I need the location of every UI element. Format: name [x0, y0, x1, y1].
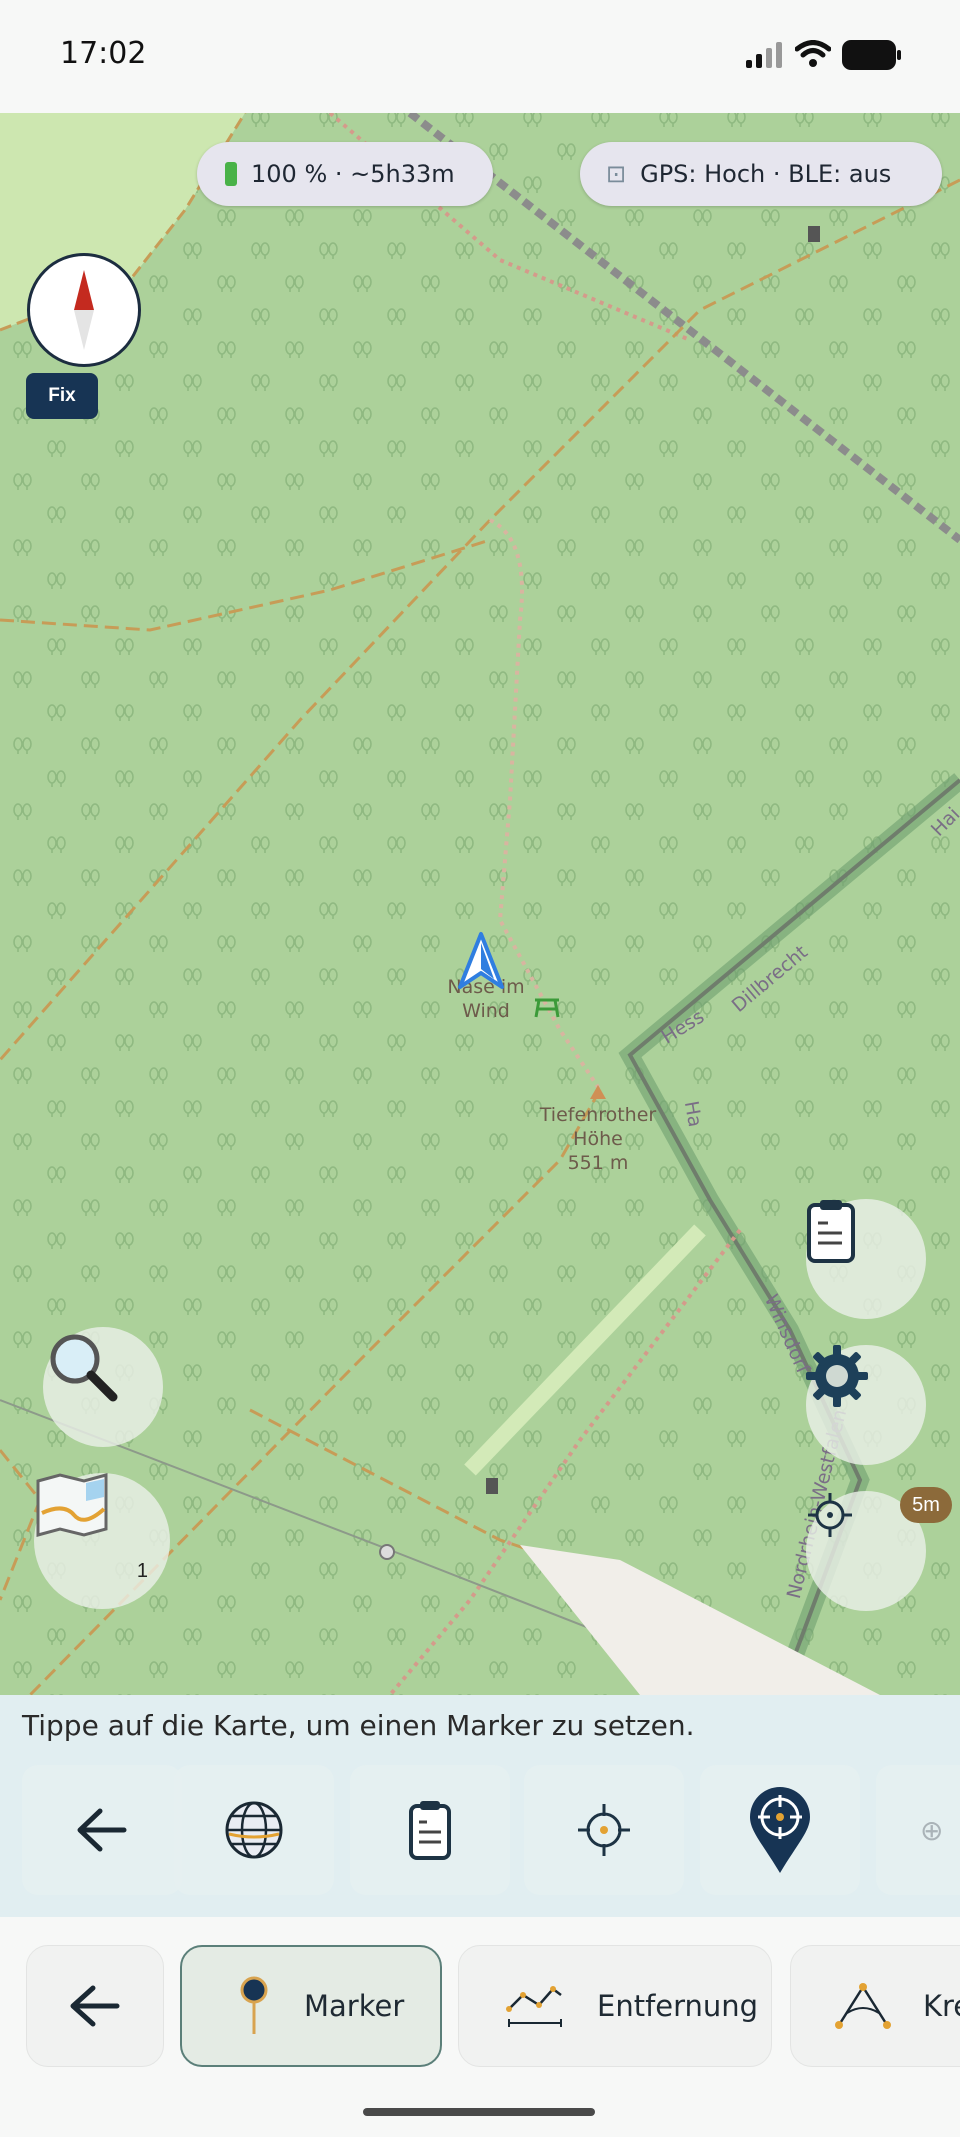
- battery-level-icon: [225, 162, 237, 186]
- fix-badge: Fix: [26, 373, 98, 419]
- wifi-icon: [795, 40, 831, 67]
- pin-icon: [240, 1976, 268, 2034]
- notes-button[interactable]: [806, 1199, 926, 1319]
- nav-circle-tab[interactable]: Kre: [790, 1945, 960, 2067]
- peak-elevation: 551 m: [567, 1152, 629, 1174]
- peak-label: Tiefenrother Höhe 551 m: [518, 1103, 678, 1175]
- nav-marker-tab[interactable]: Marker: [180, 1945, 442, 2067]
- clipboard-icon: [409, 1801, 451, 1860]
- road-label-ha: Ha: [679, 1099, 707, 1129]
- marker-hint: Tippe auf die Karte, um einen Marker zu …: [22, 1709, 695, 1742]
- crosshair-icon: [808, 1493, 852, 1537]
- panel-marker-button[interactable]: [700, 1765, 860, 1895]
- panel-globe-button[interactable]: [174, 1765, 334, 1895]
- panel-back-button[interactable]: [22, 1765, 182, 1895]
- crosshair-faded-icon: ⊕: [920, 1814, 944, 1846]
- accuracy-badge: 5m: [900, 1487, 952, 1523]
- search-button[interactable]: [43, 1327, 163, 1447]
- gear-icon: [806, 1345, 868, 1407]
- satellite-icon: ⊡: [606, 160, 627, 188]
- nav-back-button[interactable]: [26, 1945, 164, 2067]
- map-layers-button[interactable]: 1: [34, 1473, 170, 1609]
- bottom-navigation: Marker Entfernung Kre: [0, 1925, 960, 2137]
- compass-needle-icon: [74, 270, 94, 350]
- peak-name: Tiefenrother Höhe: [539, 1104, 657, 1150]
- circle-radius-icon: [835, 1983, 891, 2029]
- peak-icon: [590, 1085, 606, 1099]
- marker-pin-icon: [750, 1787, 810, 1873]
- status-bar: 17:02: [0, 0, 960, 113]
- nav-distance-label: Entfernung: [597, 1989, 759, 2023]
- folded-map-icon: [36, 1473, 108, 1537]
- panel-extra-button[interactable]: ⊕: [876, 1765, 960, 1895]
- cellular-signal-icon: [746, 42, 782, 68]
- distance-measure-icon: [506, 1986, 562, 2027]
- gps-status-text: GPS: Hoch · BLE: aus: [640, 160, 892, 188]
- settings-button[interactable]: [806, 1345, 926, 1465]
- nav-marker-label: Marker: [304, 1989, 405, 2023]
- clipboard-icon: [807, 1200, 855, 1263]
- nav-distance-tab[interactable]: Entfernung: [458, 1945, 772, 2067]
- picnic-icon: [534, 998, 560, 1018]
- back-arrow-icon: [77, 1808, 127, 1852]
- panel-notes-button[interactable]: [350, 1765, 510, 1895]
- battery-icon: [842, 40, 901, 70]
- nav-circle-label: Kre: [923, 1989, 960, 2023]
- back-arrow-icon: [70, 1985, 120, 2027]
- panel-crosshair-button[interactable]: [524, 1765, 684, 1895]
- marker-panel: Tippe auf die Karte, um einen Marker zu …: [0, 1695, 960, 1917]
- layer-count: 1: [136, 1560, 148, 1582]
- home-indicator[interactable]: [363, 2108, 595, 2116]
- position-arrow-icon: [458, 932, 504, 989]
- status-time: 17:02: [60, 36, 147, 71]
- battery-status-pill: 100 % · ~5h33m: [197, 142, 493, 206]
- compass-button[interactable]: [27, 253, 141, 367]
- map-view[interactable]: Nase im Wind Tiefenrother Höhe 551 m Hes…: [0, 113, 960, 1695]
- battery-status-text: 100 % · ~5h33m: [251, 160, 455, 188]
- gps-status-pill: ⊡ GPS: Hoch · BLE: aus: [580, 142, 942, 206]
- magnifier-icon: [50, 1334, 118, 1402]
- crosshair-icon: [578, 1804, 630, 1856]
- globe-icon: [225, 1801, 283, 1859]
